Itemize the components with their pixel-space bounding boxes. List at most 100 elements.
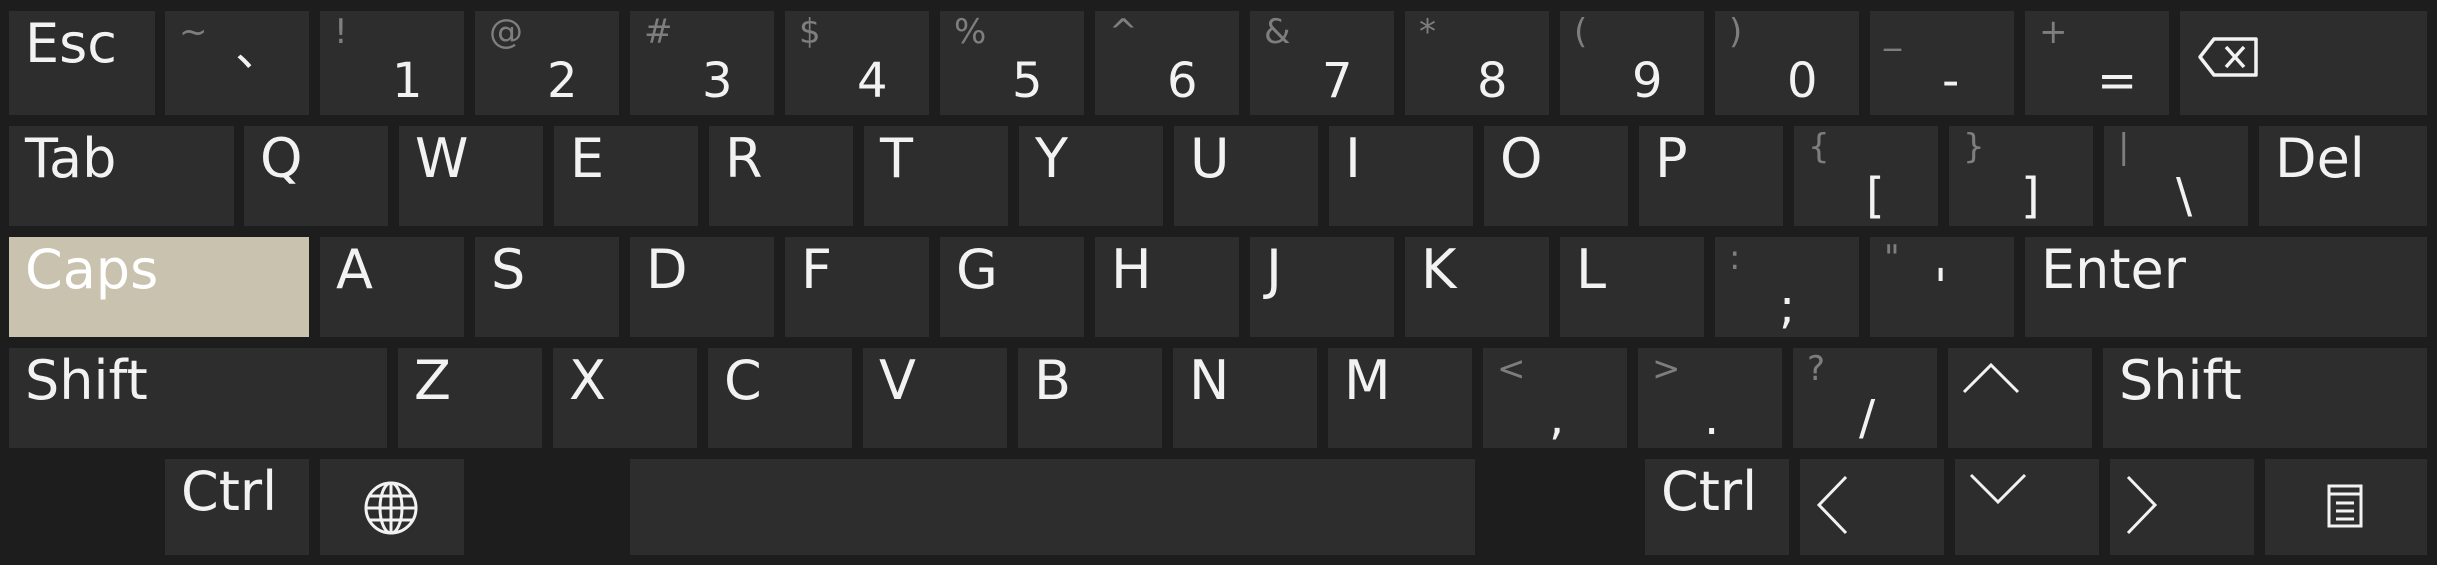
key-arrow-up[interactable]: [1948, 348, 2092, 448]
key-main-label: /: [1859, 390, 1876, 446]
key-b[interactable]: B: [1018, 348, 1162, 448]
key-label: O: [1500, 127, 1543, 190]
key-menu[interactable]: [2265, 459, 2427, 555]
key-label: X: [569, 349, 606, 412]
key-l[interactable]: L: [1560, 237, 1704, 337]
key-shift-label: ^: [1109, 12, 1138, 52]
key-backspace[interactable]: [2180, 11, 2427, 115]
key-5[interactable]: % 5: [940, 11, 1084, 115]
key-n[interactable]: N: [1173, 348, 1317, 448]
key-j[interactable]: J: [1250, 237, 1394, 337]
key-label: I: [1345, 127, 1361, 190]
key-quote[interactable]: " ': [1870, 237, 2014, 337]
key-label: F: [801, 238, 833, 301]
key-g[interactable]: G: [940, 237, 1084, 337]
key-label: Esc: [25, 12, 117, 75]
key-c[interactable]: C: [708, 348, 852, 448]
key-label: K: [1421, 238, 1457, 301]
key-enter[interactable]: Enter: [2025, 237, 2427, 337]
key-main-label: 、: [235, 21, 284, 77]
key-7[interactable]: & 7: [1250, 11, 1394, 115]
key-label: Ctrl: [1661, 460, 1758, 523]
key-6[interactable]: ^ 6: [1095, 11, 1239, 115]
key-2[interactable]: @ 2: [475, 11, 619, 115]
key-main-label: \: [2176, 168, 2193, 224]
key-9[interactable]: ( 9: [1560, 11, 1704, 115]
key-label: Y: [1035, 127, 1068, 190]
key-main-label: -: [1942, 53, 1960, 109]
key-arrow-right[interactable]: [2110, 459, 2254, 555]
key-3[interactable]: # 3: [630, 11, 774, 115]
key-shift-label: >: [1652, 349, 1681, 389]
key-ctrl-left[interactable]: Ctrl: [165, 459, 309, 555]
key-8[interactable]: * 8: [1405, 11, 1549, 115]
key-arrow-down[interactable]: [1955, 459, 2099, 555]
key-m[interactable]: M: [1328, 348, 1472, 448]
arrow-left-icon: [1816, 475, 1848, 535]
key-main-label: [: [1866, 168, 1885, 224]
key-del[interactable]: Del: [2259, 126, 2427, 226]
key-shift-label: (: [1574, 12, 1588, 52]
key-label: G: [956, 238, 998, 301]
key-k[interactable]: K: [1405, 237, 1549, 337]
key-equals[interactable]: + =: [2025, 11, 2169, 115]
key-r[interactable]: R: [709, 126, 853, 226]
arrow-right-icon: [2126, 475, 2158, 535]
key-main-label: =: [2097, 53, 2138, 109]
key-comma[interactable]: < ,: [1483, 348, 1627, 448]
key-q[interactable]: Q: [244, 126, 388, 226]
key-f[interactable]: F: [785, 237, 929, 337]
key-shift-label: $: [799, 12, 821, 52]
key-period[interactable]: > .: [1638, 348, 1782, 448]
key-d[interactable]: D: [630, 237, 774, 337]
key-x[interactable]: X: [553, 348, 697, 448]
key-shift-right[interactable]: Shift: [2103, 348, 2427, 448]
key-backtick[interactable]: ~ 、: [165, 11, 309, 115]
key-semicolon[interactable]: : ;: [1715, 237, 1859, 337]
key-label: R: [725, 127, 763, 190]
key-arrow-left[interactable]: [1800, 459, 1944, 555]
key-o[interactable]: O: [1484, 126, 1628, 226]
key-minus[interactable]: _ -: [1870, 11, 2014, 115]
key-4[interactable]: $ 4: [785, 11, 929, 115]
key-main-label: 0: [1787, 53, 1818, 109]
key-y[interactable]: Y: [1019, 126, 1163, 226]
key-shift-label: +: [2039, 12, 2068, 52]
key-main-label: ;: [1779, 279, 1796, 335]
key-label: Shift: [25, 349, 148, 412]
key-language[interactable]: [320, 459, 464, 555]
key-i[interactable]: I: [1329, 126, 1473, 226]
key-u[interactable]: U: [1174, 126, 1318, 226]
key-shift-left[interactable]: Shift: [9, 348, 387, 448]
key-right-bracket[interactable]: } ]: [1949, 126, 2093, 226]
key-caps[interactable]: Caps: [9, 237, 309, 337]
key-0[interactable]: ) 0: [1715, 11, 1859, 115]
key-s[interactable]: S: [475, 237, 619, 337]
key-label: T: [880, 127, 913, 190]
key-1[interactable]: ! 1: [320, 11, 464, 115]
key-ctrl-right[interactable]: Ctrl: [1645, 459, 1789, 555]
key-esc[interactable]: Esc: [9, 11, 155, 115]
key-z[interactable]: Z: [398, 348, 542, 448]
key-backslash[interactable]: | \: [2104, 126, 2248, 226]
key-shift-label: !: [334, 12, 348, 52]
key-shift-label: ?: [1807, 349, 1826, 389]
key-h[interactable]: H: [1095, 237, 1239, 337]
key-a[interactable]: A: [320, 237, 464, 337]
key-left-bracket[interactable]: { [: [1794, 126, 1938, 226]
key-slash[interactable]: ? /: [1793, 348, 1937, 448]
key-e[interactable]: E: [554, 126, 698, 226]
key-label: M: [1344, 349, 1391, 412]
key-w[interactable]: W: [399, 126, 543, 226]
key-label: Ctrl: [181, 460, 278, 523]
key-label: Q: [260, 127, 303, 190]
key-t[interactable]: T: [864, 126, 1008, 226]
key-label: E: [570, 127, 605, 190]
key-p[interactable]: P: [1639, 126, 1783, 226]
key-main-label: 2: [547, 53, 578, 109]
key-v[interactable]: V: [863, 348, 1007, 448]
key-space[interactable]: [630, 459, 1475, 555]
key-tab[interactable]: Tab: [9, 126, 234, 226]
key-shift-label: @: [489, 12, 523, 52]
key-main-label: 1: [392, 53, 423, 109]
